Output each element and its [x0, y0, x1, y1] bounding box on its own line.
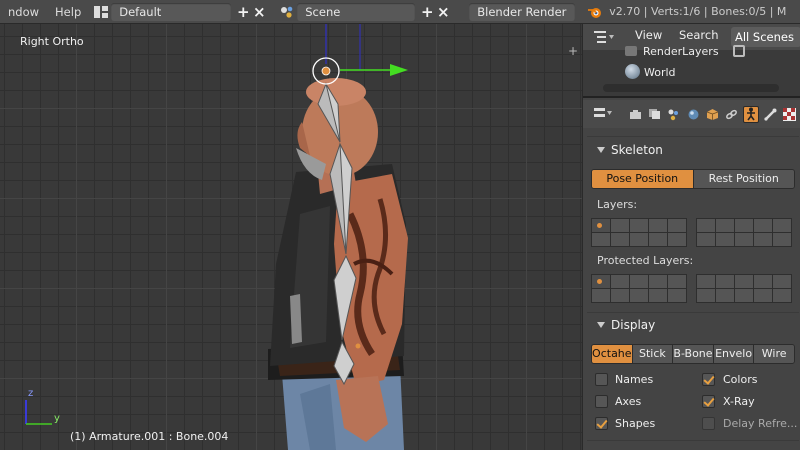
- colors-label: Colors: [723, 373, 758, 386]
- render-icon[interactable]: [627, 106, 643, 123]
- world-icon[interactable]: [685, 106, 701, 123]
- display-title: Display: [611, 318, 656, 332]
- add-layout-icon[interactable]: +: [235, 4, 251, 20]
- object-icon[interactable]: [704, 106, 720, 123]
- blender-logo-icon: [585, 3, 605, 21]
- display-mode-octahedral[interactable]: Octahe: [592, 345, 633, 363]
- bone-icon[interactable]: [762, 106, 778, 123]
- outliner-item-world[interactable]: World: [644, 66, 676, 79]
- axis-y-label: y: [54, 413, 60, 424]
- properties-editor-icon[interactable]: [593, 106, 613, 123]
- delay-refresh-label: Delay Refre...: [723, 417, 798, 430]
- right-panel: View Search All Scenes RenderLayers Worl…: [582, 24, 800, 450]
- outliner-search-menu[interactable]: Search: [679, 28, 719, 42]
- axes-label: Axes: [615, 395, 642, 408]
- world-icon: [625, 64, 640, 79]
- xray-label: X-Ray: [723, 395, 755, 408]
- layers-grid-right[interactable]: [696, 218, 792, 247]
- xray-checkbox[interactable]: [702, 395, 715, 408]
- shapes-label: Shapes: [615, 417, 656, 430]
- properties-header: [583, 100, 800, 128]
- render-engine-select[interactable]: Blender Render: [469, 2, 576, 21]
- bone-display-mode: Octahe Stick B-Bone Envelo Wire: [591, 344, 795, 364]
- layers-grid-left[interactable]: [591, 218, 687, 247]
- outliner-scrollbar[interactable]: [603, 84, 779, 92]
- display-mode-envelope[interactable]: Envelo: [713, 345, 755, 363]
- next-panel-header[interactable]: [587, 442, 799, 450]
- outliner-display-icon[interactable]: [593, 29, 615, 48]
- scene-icon[interactable]: [666, 106, 682, 123]
- colors-checkbox[interactable]: [702, 373, 715, 386]
- axes-checkbox[interactable]: [595, 395, 608, 408]
- protected-layers-grid-right[interactable]: [696, 274, 792, 303]
- delay-refresh-checkbox[interactable]: [702, 417, 715, 430]
- blender-window: ndow Help Default + × Scene + × Blender …: [0, 0, 800, 450]
- rest-position-button[interactable]: Rest Position: [693, 170, 794, 188]
- pose-position-button[interactable]: Pose Position: [592, 170, 694, 188]
- panel-separator: [587, 136, 799, 137]
- axis-z-label: z: [28, 388, 34, 399]
- screen-layout-field[interactable]: Default: [111, 2, 232, 21]
- panel-separator: [587, 440, 799, 441]
- viewport-expand-icon[interactable]: +: [566, 44, 580, 58]
- names-label: Names: [615, 373, 654, 386]
- render-layers-icon: [625, 46, 637, 56]
- menu-window[interactable]: ndow: [0, 5, 47, 19]
- outliner-view-menu[interactable]: View: [635, 28, 662, 42]
- display-mode-bbone[interactable]: B-Bone: [673, 345, 714, 363]
- remove-scene-icon[interactable]: ×: [435, 4, 451, 20]
- armature-data-icon[interactable]: [742, 105, 760, 123]
- pose-rest-toggle: Pose Position Rest Position: [591, 169, 795, 189]
- panel-separator: [587, 312, 799, 313]
- outliner-item-renderlayers[interactable]: RenderLayers: [643, 45, 719, 58]
- view-name: Right Ortho: [20, 35, 84, 48]
- scene-field[interactable]: Scene: [297, 2, 416, 21]
- scene-stats: v2.70 | Verts:1/6 | Bones:0/5 | M: [609, 5, 787, 18]
- screen-layout-icon[interactable]: [91, 3, 111, 21]
- remove-layout-icon[interactable]: ×: [251, 4, 267, 20]
- selection-status: (1) Armature.001 : Bone.004: [70, 430, 229, 443]
- display-mode-stick[interactable]: Stick: [632, 345, 674, 363]
- layer-cell-active[interactable]: [592, 219, 610, 232]
- render-layers-icon[interactable]: [646, 106, 662, 123]
- protected-layers-label: Protected Layers:: [597, 254, 694, 267]
- info-header: ndow Help Default + × Scene + × Blender …: [0, 0, 800, 24]
- shapes-checkbox[interactable]: [595, 417, 608, 430]
- outliner[interactable]: View Search All Scenes RenderLayers Worl…: [583, 24, 800, 98]
- display-panel-header[interactable]: Display: [587, 314, 799, 336]
- collapse-triangle-icon[interactable]: [597, 322, 605, 328]
- add-scene-icon[interactable]: +: [419, 4, 435, 20]
- display-mode-wire[interactable]: Wire: [754, 345, 794, 363]
- menu-help[interactable]: Help: [47, 5, 89, 19]
- render-layer-toggle-icon[interactable]: [733, 45, 745, 57]
- protected-layers-grid-left[interactable]: [591, 274, 687, 303]
- names-checkbox[interactable]: [595, 373, 608, 386]
- outliner-filter-select[interactable]: All Scenes: [731, 27, 800, 47]
- 3d-viewport[interactable]: Right Ortho z y (1) Armature.001 : Bone.…: [0, 24, 582, 450]
- skeleton-title: Skeleton: [611, 143, 663, 157]
- protected-layer-cell-active[interactable]: [592, 275, 610, 288]
- y-manipulator-arrow: [390, 64, 408, 76]
- constraints-icon[interactable]: [724, 106, 740, 123]
- scene-icon[interactable]: [277, 3, 297, 21]
- skeleton-panel-header[interactable]: Skeleton: [587, 139, 799, 161]
- texture-icon[interactable]: [782, 106, 798, 123]
- scene-drawing: [25, 24, 408, 450]
- collapse-triangle-icon[interactable]: [597, 147, 605, 153]
- layers-label: Layers:: [597, 198, 638, 211]
